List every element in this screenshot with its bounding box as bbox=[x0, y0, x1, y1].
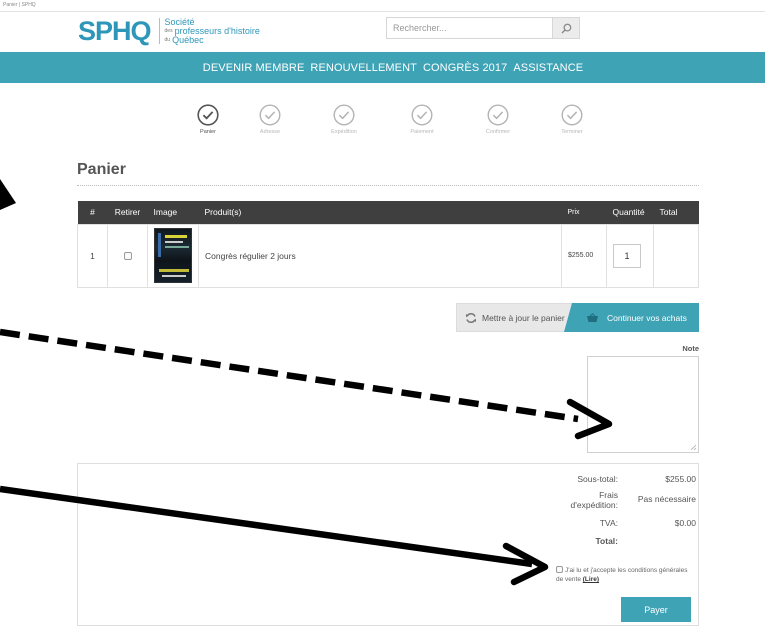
col-header-num: # bbox=[77, 201, 108, 224]
total-value bbox=[624, 536, 696, 546]
refresh-icon bbox=[466, 312, 476, 323]
site-logo[interactable]: SPHQ Société des professeurs d'histoire d… bbox=[78, 16, 260, 46]
remove-checkbox[interactable] bbox=[123, 252, 132, 261]
check-circle-icon bbox=[197, 104, 219, 126]
search-icon bbox=[561, 23, 571, 33]
step-label: Terminer bbox=[561, 129, 583, 135]
resize-grip-icon[interactable] bbox=[690, 444, 697, 451]
cell-remove bbox=[107, 223, 148, 288]
step-label: Confirmer bbox=[485, 129, 511, 135]
step-expedition[interactable]: Expédition bbox=[314, 104, 374, 135]
step-label: Expédition bbox=[331, 129, 357, 135]
annotation-arrow-panier bbox=[0, 179, 16, 210]
terms-read-link[interactable]: (Lire) bbox=[583, 576, 599, 583]
col-header-remove: Retirer bbox=[107, 201, 148, 224]
step-paiement[interactable]: Paiement bbox=[392, 104, 452, 135]
step-label: Paiement bbox=[410, 129, 434, 135]
shipping-value: Pas nécessaire bbox=[637, 494, 696, 504]
subtotal-row: Sous-total: $255.00 bbox=[548, 474, 696, 484]
logo-line-3: du Québec bbox=[164, 34, 260, 45]
shipping-label-line-1: Frais bbox=[599, 490, 618, 500]
quantity-input[interactable] bbox=[613, 243, 641, 268]
note-label: Note bbox=[682, 344, 699, 353]
cell-product: Congrès régulier 2 jours bbox=[198, 223, 562, 288]
update-cart-button[interactable]: Mettre à jour le panier bbox=[456, 303, 572, 332]
step-terminer[interactable]: Terminer bbox=[542, 104, 602, 135]
col-header-price: Prix bbox=[561, 201, 607, 224]
step-panier[interactable]: Panier bbox=[178, 104, 238, 135]
step-confirmer[interactable]: Confirmer bbox=[468, 104, 528, 135]
note-textarea[interactable] bbox=[587, 356, 699, 453]
tva-label: TVA: bbox=[599, 518, 618, 528]
check-circle-icon bbox=[411, 104, 433, 126]
col-header-image: Image bbox=[147, 201, 199, 224]
total-row: Total: bbox=[548, 536, 696, 546]
terms-agreement: J'ai lu et j'accepte les conditions géné… bbox=[556, 566, 691, 584]
update-cart-label: Mettre à jour le panier bbox=[482, 312, 565, 323]
main-nav: DEVENIR MEMBRE RENOUVELLEMENT CONGRÈS 20… bbox=[0, 52, 765, 83]
product-name-link[interactable]: Congrès régulier 2 jours bbox=[205, 251, 296, 261]
cart-table: # Retirer Image Produit(s) Prix Quantité… bbox=[77, 201, 699, 288]
continue-shopping-button[interactable]: Continuer vos achats bbox=[564, 303, 699, 332]
tva-value: $0.00 bbox=[674, 518, 696, 528]
cell-quantity bbox=[606, 223, 654, 288]
subtotal-label: Sous-total: bbox=[577, 474, 618, 484]
browser-tab-text: Panier | SPHQ bbox=[3, 2, 36, 8]
logo-line-2-prefix: des bbox=[164, 27, 173, 34]
nav-item-devenir-membre[interactable]: DEVENIR MEMBRE bbox=[203, 62, 305, 74]
logo-line-3-prefix: du bbox=[164, 36, 171, 43]
nav-item-assistance[interactable]: ASSISTANCE bbox=[513, 62, 583, 74]
shipping-row: Frais d'expédition: Pas nécessaire bbox=[548, 490, 696, 510]
title-divider bbox=[77, 185, 699, 186]
check-circle-icon bbox=[487, 104, 509, 126]
pay-button[interactable]: Payer bbox=[621, 597, 691, 622]
step-label: Panier bbox=[200, 129, 216, 135]
col-header-product: Produit(s) bbox=[198, 201, 562, 224]
total-label: Total: bbox=[595, 536, 618, 546]
logo-mark: SPHQ bbox=[78, 15, 152, 46]
col-header-total: Total bbox=[653, 201, 699, 224]
check-circle-icon bbox=[333, 104, 355, 126]
cell-num: 1 bbox=[77, 223, 108, 288]
basket-icon bbox=[587, 312, 598, 322]
logo-divider bbox=[158, 18, 160, 44]
logo-name: Société des professeurs d'histoire du Québ… bbox=[164, 17, 260, 45]
tva-row: TVA: $0.00 bbox=[548, 518, 696, 528]
annotation-arrow-note bbox=[0, 328, 613, 440]
logo-line-3-text: Québec bbox=[172, 34, 204, 45]
terms-checkbox[interactable] bbox=[556, 566, 563, 573]
cell-price: $255.00 bbox=[561, 223, 607, 288]
col-header-quantity: Quantité bbox=[606, 201, 654, 224]
check-circle-icon bbox=[561, 104, 583, 126]
page-title: Panier bbox=[77, 161, 126, 178]
cell-image bbox=[147, 223, 199, 288]
nav-item-renouvellement[interactable]: RENOUVELLEMENT bbox=[310, 62, 417, 74]
check-circle-icon bbox=[259, 104, 281, 126]
subtotal-value: $255.00 bbox=[665, 474, 696, 484]
site-header: SPHQ Société des professeurs d'histoire d… bbox=[0, 12, 765, 49]
terms-text: J'ai lu et j'accepte les conditions géné… bbox=[556, 567, 688, 583]
browser-top-strip: Panier | SPHQ bbox=[0, 0, 765, 12]
cart-header-row: # Retirer Image Produit(s) Prix Quantité… bbox=[77, 201, 699, 224]
step-label: Adresse bbox=[259, 129, 281, 135]
product-thumbnail[interactable] bbox=[154, 228, 192, 283]
search-button[interactable] bbox=[552, 17, 580, 39]
search-input[interactable] bbox=[386, 17, 552, 39]
pay-label: Payer bbox=[644, 604, 668, 615]
table-row: 1 Congrès régulier 2 jours $255.00 bbox=[77, 223, 699, 288]
step-adresse[interactable]: Adresse bbox=[240, 104, 300, 135]
checkout-steps: Panier Adresse Expédition Paiement Confi… bbox=[180, 104, 600, 154]
continue-shopping-label: Continuer vos achats bbox=[607, 312, 687, 323]
cell-total bbox=[653, 223, 699, 288]
shipping-label: Frais d'expédition: bbox=[548, 490, 624, 510]
shipping-label-line-2: d'expédition: bbox=[570, 500, 618, 510]
search-bar bbox=[386, 17, 581, 39]
nav-item-congres-2017[interactable]: CONGRÈS 2017 bbox=[423, 62, 507, 74]
